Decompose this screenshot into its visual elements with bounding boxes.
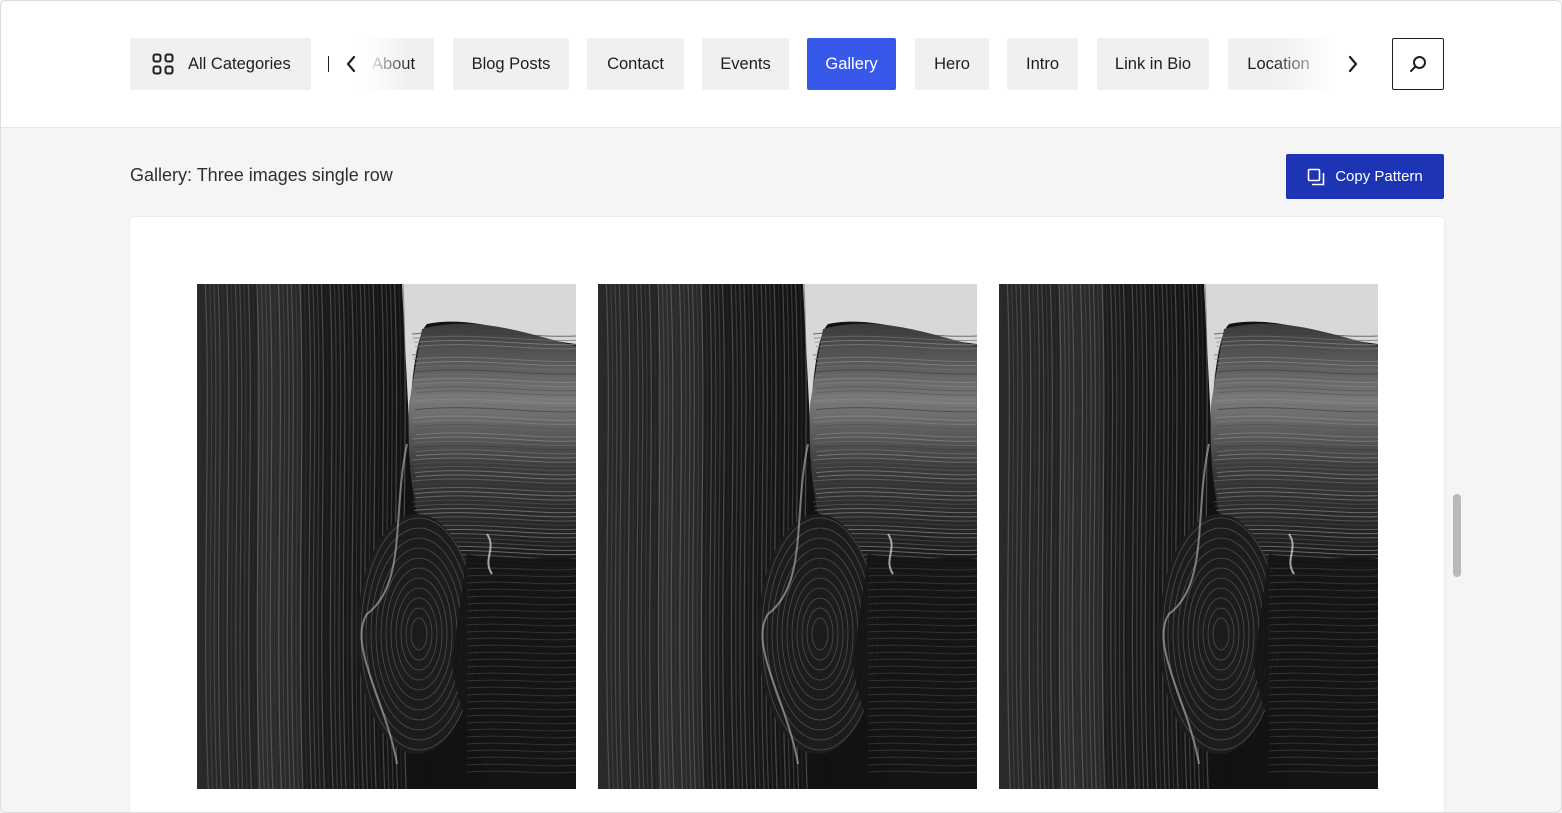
copy-icon	[1307, 168, 1325, 185]
category-label: Hero	[934, 54, 970, 73]
grid-icon	[152, 53, 174, 75]
abstract-paint-artwork	[598, 284, 977, 789]
category-label: Location	[1247, 54, 1310, 73]
category-label: Gallery	[825, 54, 878, 73]
chevron-left-icon	[346, 55, 356, 73]
category-chip-about[interactable]: About	[353, 38, 434, 90]
category-chip-contact[interactable]: Contact	[587, 38, 684, 90]
category-chip-intro[interactable]: Intro	[1007, 38, 1078, 90]
category-label: Contact	[607, 54, 664, 73]
abstract-paint-artwork	[999, 284, 1378, 789]
category-bar: All Categories About Blog Posts Contact …	[1, 1, 1561, 128]
category-label: Blog Posts	[471, 54, 551, 73]
category-chip-link-in-bio[interactable]: Link in Bio	[1097, 38, 1209, 90]
category-label: Link in Bio	[1114, 54, 1192, 73]
category-label: Events	[720, 54, 771, 73]
divider	[328, 56, 329, 72]
scroll-right-button[interactable]	[1341, 49, 1365, 79]
copy-pattern-label: Copy Pattern	[1335, 168, 1423, 185]
category-chip-hero[interactable]: Hero	[915, 38, 989, 90]
gallery-image-2	[598, 284, 977, 789]
abstract-paint-artwork	[197, 284, 576, 789]
category-chip-blog-posts[interactable]: Blog Posts	[453, 38, 569, 90]
category-label: Intro	[1025, 54, 1060, 73]
gallery-image-3	[999, 284, 1378, 789]
category-label: About	[371, 54, 416, 73]
category-chip-gallery[interactable]: Gallery	[807, 38, 896, 90]
pattern-preview	[130, 217, 1444, 812]
app-window: All Categories About Blog Posts Contact …	[0, 0, 1562, 813]
search-icon	[1410, 56, 1426, 72]
category-chip-location[interactable]: Location	[1228, 38, 1329, 90]
scrollbar-thumb[interactable]	[1453, 494, 1461, 577]
all-categories-label: All Categories	[188, 54, 291, 73]
category-chip-events[interactable]: Events	[702, 38, 789, 90]
gallery-image-1	[197, 284, 576, 789]
search-button[interactable]	[1392, 38, 1444, 90]
chevron-right-icon	[1348, 55, 1358, 73]
scroll-left-button[interactable]	[339, 49, 363, 79]
all-categories-button[interactable]: All Categories	[130, 38, 311, 90]
pattern-title: Gallery: Three images single row	[130, 165, 393, 185]
copy-pattern-button[interactable]: Copy Pattern	[1286, 154, 1444, 199]
